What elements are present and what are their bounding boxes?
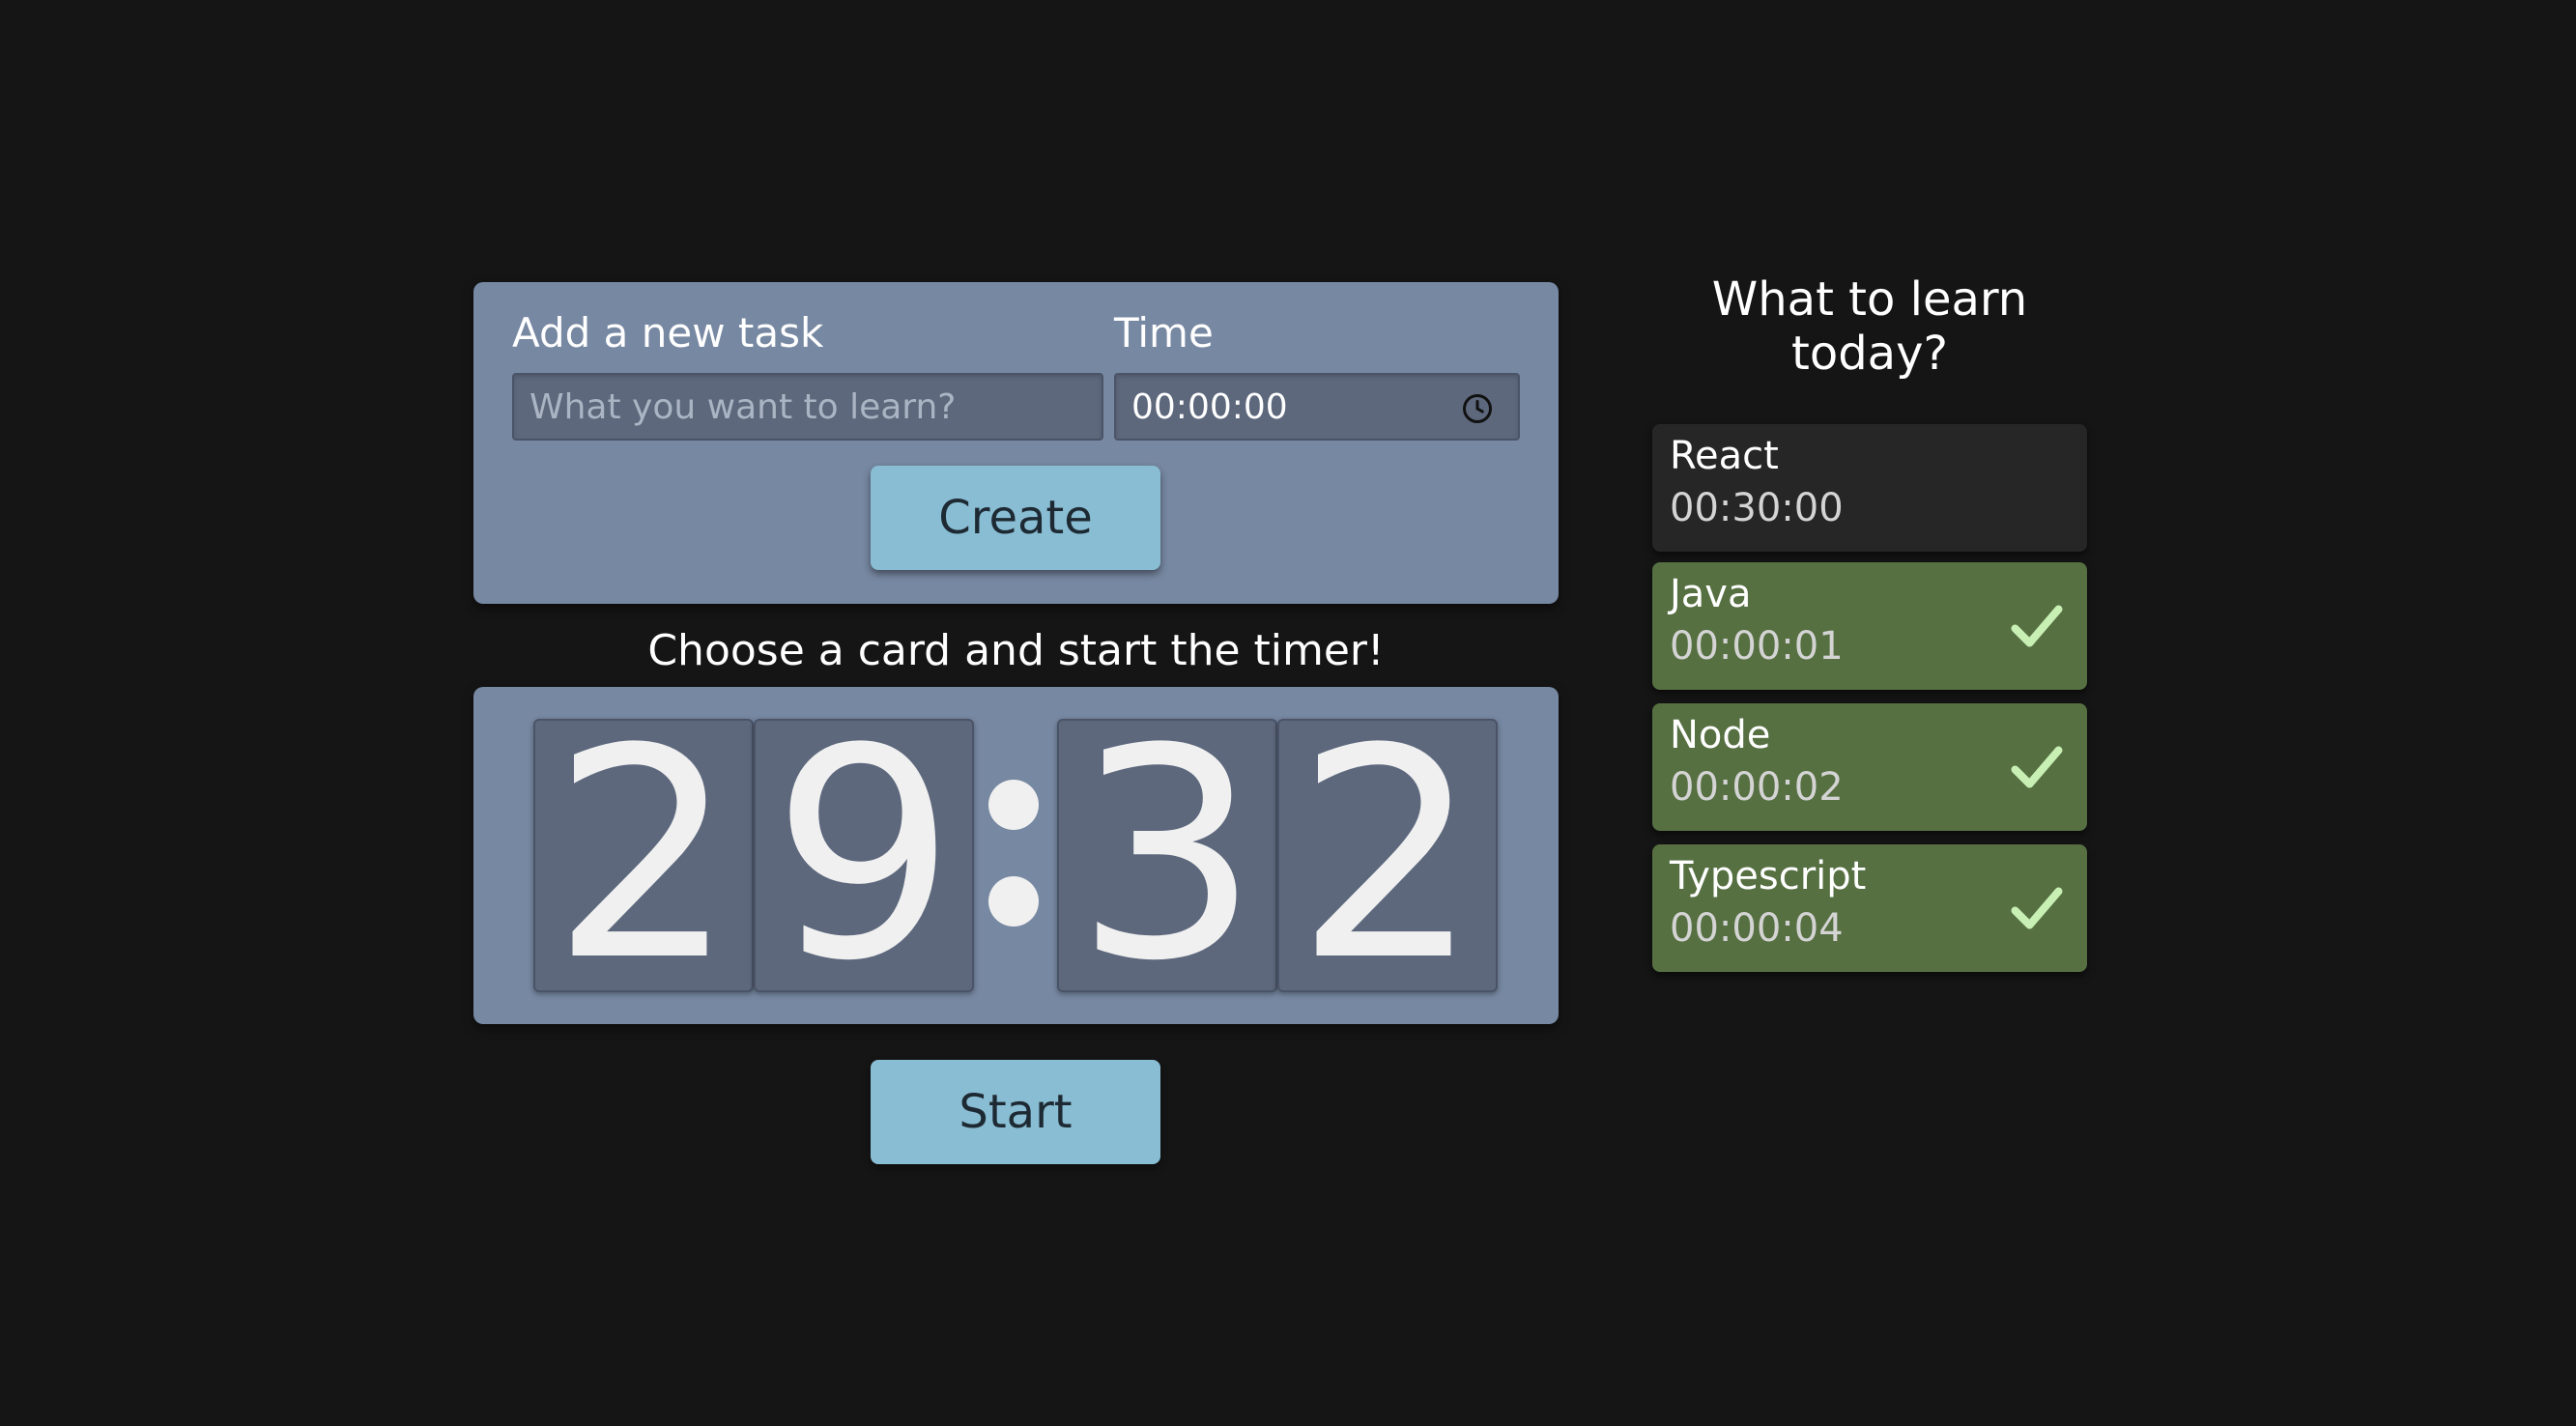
app-root: Add a new task Time Create Choose a card… [0, 0, 2576, 1426]
task-input[interactable] [514, 375, 1102, 439]
time-input[interactable] [1116, 375, 1518, 439]
task-input-wrapper [512, 373, 1103, 441]
task-name: Typescript [1670, 854, 1867, 898]
seconds-ones-digit: 2 [1277, 719, 1498, 992]
timer-display: 2 9 3 2 [473, 687, 1559, 1024]
seconds-tens-digit: 3 [1057, 719, 1277, 992]
minutes-ones-digit: 9 [754, 719, 974, 992]
task-time: 00:30:00 [1670, 486, 1844, 530]
time-input-wrapper [1114, 373, 1520, 441]
check-icon [2011, 605, 2063, 647]
sidebar-title: What to learn today? [1711, 272, 2028, 381]
timer-caption: Choose a card and start the timer! [647, 626, 1385, 675]
task-time: 00:00:02 [1670, 765, 1844, 810]
create-button[interactable]: Create [871, 466, 1160, 570]
minutes-tens-digit: 2 [533, 719, 754, 992]
time-label: Time [1114, 309, 1214, 356]
task-name: Node [1670, 713, 1771, 757]
task-card-node[interactable]: Node 00:00:02 [1652, 703, 2087, 831]
clock-icon[interactable] [1460, 391, 1495, 426]
task-card-typescript[interactable]: Typescript 00:00:04 [1652, 844, 2087, 972]
start-button[interactable]: Start [871, 1060, 1160, 1164]
task-card-react[interactable]: React 00:30:00 [1652, 424, 2087, 552]
task-name: React [1670, 434, 1779, 478]
check-icon [2011, 887, 2063, 929]
add-task-form: Add a new task Time Create [473, 282, 1559, 604]
task-time: 00:00:04 [1670, 906, 1844, 951]
colon-dot-top [988, 780, 1039, 830]
task-card-java[interactable]: Java 00:00:01 [1652, 562, 2087, 690]
task-name: Java [1670, 572, 1752, 616]
colon-dot-bottom [988, 876, 1039, 927]
task-label: Add a new task [512, 309, 824, 356]
task-time: 00:00:01 [1670, 624, 1844, 669]
check-icon [2011, 746, 2063, 788]
